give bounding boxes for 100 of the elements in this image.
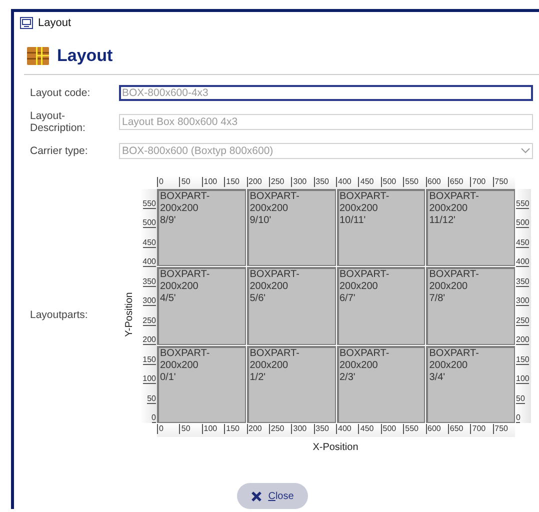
- tick-label: 200: [516, 335, 530, 345]
- window-title: Layout: [38, 17, 72, 29]
- tick-label: 400: [142, 257, 156, 267]
- tick-label: 150: [224, 177, 240, 187]
- tick-label: 350: [142, 276, 156, 286]
- tick-label: 600: [426, 177, 441, 187]
- tick-label: 0: [516, 413, 520, 423]
- part-name: BOXPART-200x200: [429, 348, 480, 372]
- tick-label: 250: [516, 316, 530, 326]
- part-position: 3/4': [429, 372, 446, 384]
- tick-label: 500: [380, 177, 396, 187]
- part-name: BOXPART-200x200: [160, 191, 211, 215]
- tick-label: 450: [516, 238, 530, 248]
- tick-label: 100: [202, 424, 218, 434]
- part-position: 7/8': [429, 293, 446, 306]
- tick-label: 200: [246, 177, 262, 187]
- part-name: BOXPART-200x200: [340, 348, 390, 372]
- tick-label: 50: [179, 424, 190, 434]
- close-icon: [251, 490, 262, 502]
- tick-label: 450: [358, 424, 374, 434]
- tick-label: 650: [448, 177, 464, 187]
- part-position: 6/7': [340, 293, 356, 306]
- tick-label: 300: [291, 424, 307, 434]
- chevron-down-icon: [521, 148, 530, 154]
- part-position: 10/11': [340, 215, 367, 227]
- tick-label: 750: [492, 424, 508, 434]
- tick-label: 150: [516, 354, 530, 364]
- layout-part[interactable]: BOXPART-200x200 3/4': [426, 346, 515, 423]
- part-position: 1/2': [250, 372, 267, 384]
- tick-label: 350: [516, 276, 530, 286]
- tick-label: 100: [202, 177, 218, 187]
- part-position: 9/10': [250, 215, 272, 227]
- tick-label: 400: [516, 257, 530, 267]
- tick-label: 350: [314, 424, 329, 434]
- layout-part[interactable]: BOXPART-200x200 5/6': [246, 267, 336, 345]
- tick-label: 550: [516, 198, 530, 208]
- dialog-heading: Layout: [57, 46, 113, 66]
- tick-label: 200: [246, 424, 262, 434]
- part-position: 2/3': [340, 372, 356, 384]
- tick-label: 650: [448, 424, 464, 434]
- part-name: BOXPART-200x200: [250, 191, 300, 215]
- layout-part[interactable]: BOXPART-200x200 7/8': [426, 267, 515, 345]
- tick-label: 0: [157, 424, 164, 434]
- part-position: 11/12': [429, 215, 456, 227]
- layout-part[interactable]: BOXPART-200x200 11/12': [426, 189, 515, 266]
- field-label: Layoutparts:: [30, 308, 89, 320]
- tick-label: 450: [358, 177, 374, 187]
- tick-label: 50: [147, 394, 156, 404]
- layout-part[interactable]: BOXPART-200x200 2/3': [336, 346, 426, 423]
- tick-label: 250: [268, 177, 284, 187]
- tick-label: 500: [142, 218, 156, 228]
- part-name: BOXPART-200x200: [429, 191, 480, 215]
- axis-label: Y-Position: [124, 292, 135, 337]
- layout-part[interactable]: BOXPART-200x200 10/11': [336, 189, 426, 266]
- tick-label: 0: [152, 413, 156, 423]
- part-name: BOXPART-200x200: [160, 269, 211, 294]
- tick-label: 300: [516, 296, 530, 306]
- field-label: Layout-Description:: [30, 110, 86, 134]
- window-icon: [20, 17, 33, 29]
- tick-label: 400: [336, 177, 352, 187]
- tick-label: 150: [142, 354, 156, 364]
- tick-label: 500: [380, 424, 396, 434]
- field-label: Carrier type:: [30, 145, 89, 157]
- part-position: 8/9': [160, 215, 177, 227]
- layout-part[interactable]: BOXPART-200x200 9/10': [246, 189, 336, 266]
- part-name: BOXPART-200x200: [160, 348, 211, 372]
- part-position: 5/6': [250, 293, 267, 306]
- layout-part[interactable]: BOXPART-200x200 8/9': [157, 189, 246, 266]
- tick-label: 550: [403, 177, 418, 187]
- part-name: BOXPART-200x200: [340, 269, 390, 294]
- part-name: BOXPART-200x200: [429, 269, 480, 294]
- tick-label: 350: [314, 177, 329, 187]
- tick-label: 250: [142, 316, 156, 326]
- layout-part[interactable]: BOXPART-200x200 1/2': [246, 346, 336, 423]
- part-position: 4/5': [160, 293, 177, 306]
- tick-label: 50: [516, 394, 525, 404]
- tick-label: 700: [470, 424, 486, 434]
- field-label: Layout code:: [30, 87, 92, 99]
- layout-part[interactable]: BOXPART-200x200 6/7': [336, 267, 426, 345]
- tick-label: 0: [157, 177, 164, 187]
- close-button[interactable]: Close: [237, 483, 308, 509]
- part-name: BOXPART-200x200: [250, 348, 300, 372]
- tick-label: 100: [142, 374, 156, 384]
- layout-part[interactable]: BOXPART-200x200 0/1': [157, 346, 246, 423]
- tick-label: 150: [224, 424, 240, 434]
- tick-label: 100: [516, 374, 530, 384]
- part-name: BOXPART-200x200: [340, 191, 390, 215]
- layout-part[interactable]: BOXPART-200x200 4/5': [157, 267, 246, 345]
- part-name: BOXPART-200x200: [250, 269, 300, 294]
- pallet-icon: [27, 47, 49, 65]
- tick-label: 600: [426, 424, 441, 434]
- tick-label: 700: [470, 177, 486, 187]
- tick-label: 550: [403, 424, 418, 434]
- tick-label: 50: [179, 177, 190, 187]
- tick-label: 500: [516, 218, 530, 228]
- tick-label: 300: [291, 177, 307, 187]
- tick-label: 300: [142, 296, 156, 306]
- tick-label: 400: [336, 424, 352, 434]
- tick-label: 750: [492, 177, 508, 187]
- tick-label: 450: [142, 238, 156, 248]
